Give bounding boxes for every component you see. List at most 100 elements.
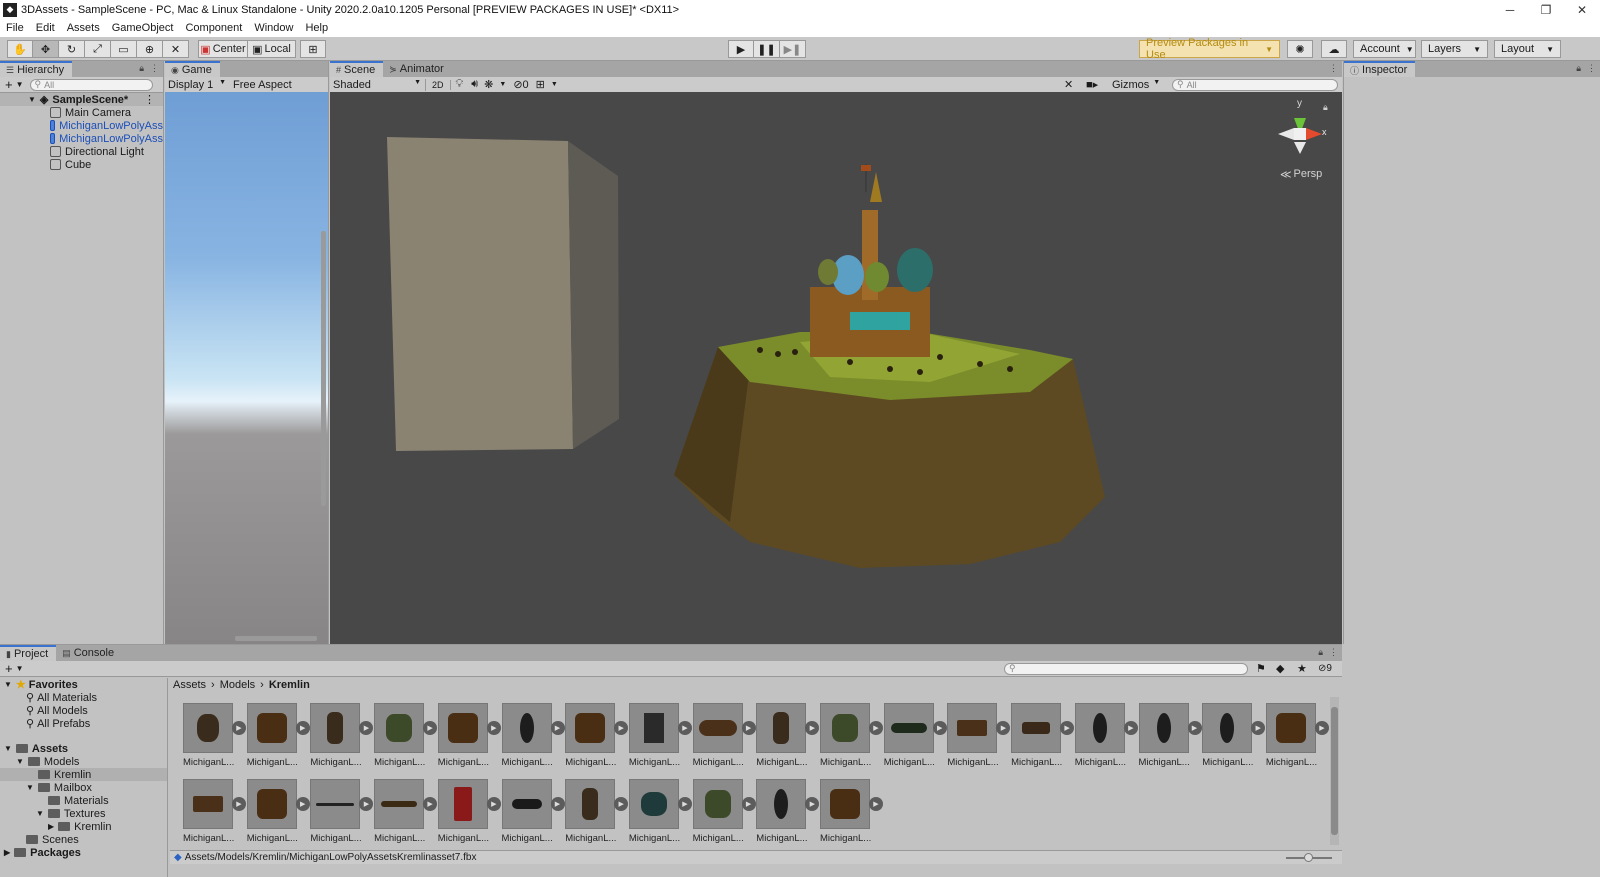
layout-dropdown[interactable]: Layout ▼: [1494, 40, 1561, 58]
grid-toggle-icon[interactable]: ⊞: [533, 78, 548, 91]
asset-thumbnail[interactable]: ▶ MichiganL...: [820, 779, 884, 851]
scale-tool-icon[interactable]: ⤢: [85, 40, 111, 58]
favorite-all-materials[interactable]: ⚲ All Materials: [0, 691, 167, 705]
asset-thumbnail[interactable]: ▶ MichiganL...: [437, 779, 502, 851]
collapsed-arrow-icon[interactable]: ▶: [48, 822, 54, 831]
asset-thumbnail[interactable]: ▶ MichiganL...: [565, 703, 629, 775]
expand-asset-icon[interactable]: ▶: [1251, 721, 1266, 735]
expand-asset-icon[interactable]: ▶: [805, 721, 820, 735]
tab-animator[interactable]: ⋟ Animator: [383, 61, 452, 77]
asset-thumbnail[interactable]: ▶ MichiganL...: [501, 779, 566, 851]
tree-textures[interactable]: ▼ Textures: [0, 807, 167, 820]
hierarchy-item-prefab-1[interactable]: MichiganLowPolyAss: [0, 119, 163, 132]
menu-icon[interactable]: ⋮: [1329, 647, 1338, 658]
expand-asset-icon[interactable]: ▶: [805, 797, 820, 811]
expand-asset-icon[interactable]: ▶: [1060, 721, 1075, 735]
expand-asset-icon[interactable]: ▶: [295, 721, 310, 735]
asset-thumbnail[interactable]: ▶ MichiganL...: [947, 703, 1011, 775]
tab-hierarchy[interactable]: ☰ Hierarchy: [0, 61, 73, 77]
asset-thumbnail[interactable]: ▶ MichiganL...: [1202, 703, 1266, 775]
asset-thumbnail[interactable]: ▶ MichiganL...: [756, 779, 820, 851]
transform-tool-icon[interactable]: ⊕: [137, 40, 163, 58]
aspect-dropdown[interactable]: Free Aspect: [229, 79, 292, 91]
menu-gameobject[interactable]: GameObject: [112, 22, 174, 34]
scene-menu-icon[interactable]: ⋮: [144, 93, 155, 106]
expand-asset-icon[interactable]: ▶: [996, 721, 1011, 735]
asset-thumbnail[interactable]: ▶ MichiganL...: [565, 779, 629, 851]
chevron-down-icon[interactable]: ▼: [548, 81, 561, 88]
expand-asset-icon[interactable]: ▶: [614, 721, 629, 735]
asset-thumbnail[interactable]: ▶ MichiganL...: [1011, 703, 1075, 775]
favorite-icon[interactable]: ★: [1297, 662, 1307, 675]
account-dropdown[interactable]: Account ▼: [1353, 40, 1416, 58]
expand-asset-icon[interactable]: ▶: [550, 721, 565, 735]
menu-icon[interactable]: ⋮: [150, 63, 159, 74]
hidden-packages-counter[interactable]: ⊘9: [1318, 663, 1332, 674]
expand-arrow-icon[interactable]: ▼: [4, 680, 12, 689]
menu-file[interactable]: File: [6, 22, 24, 34]
asset-thumbnail[interactable]: ▶ MichiganL...: [1265, 703, 1330, 775]
display-dropdown[interactable]: Display 1 ▼: [165, 79, 229, 91]
lock-icon[interactable]: 🔒︎: [1318, 647, 1323, 658]
project-search-input[interactable]: ⚲: [1004, 662, 1248, 675]
expand-asset-icon[interactable]: ▶: [232, 797, 246, 811]
pivot-center-button[interactable]: ▣ Center: [198, 40, 248, 58]
breadcrumb-assets[interactable]: Assets: [173, 679, 206, 691]
rotate-tool-icon[interactable]: ↻: [59, 40, 85, 58]
hierarchy-item-main-camera[interactable]: Main Camera: [0, 106, 163, 119]
custom-tool-icon[interactable]: ✕: [163, 40, 189, 58]
game-scrollbar-vertical[interactable]: [321, 231, 326, 506]
tab-game[interactable]: ◉ Game: [165, 61, 220, 77]
lock-icon[interactable]: 🔒︎: [139, 63, 144, 74]
scene-viewport[interactable]: y x 🔒︎ ≪ Persp: [330, 92, 1342, 644]
expand-asset-icon[interactable]: ▶: [232, 721, 246, 735]
rect-tool-icon[interactable]: ▭: [111, 40, 137, 58]
tools-icon[interactable]: ✕: [1064, 78, 1073, 91]
hierarchy-item-prefab-2[interactable]: MichiganLowPolyAss: [0, 132, 163, 145]
tree-models[interactable]: ▼ Models: [0, 755, 167, 768]
add-icon[interactable]: +: [5, 661, 13, 676]
expand-asset-icon[interactable]: ▶: [359, 721, 374, 735]
chevron-down-icon[interactable]: ▼: [496, 81, 509, 88]
expand-asset-icon[interactable]: ▶: [486, 721, 501, 735]
expand-asset-icon[interactable]: ▶: [869, 721, 883, 735]
game-viewport[interactable]: [165, 92, 328, 644]
expand-asset-icon[interactable]: ▶: [614, 797, 629, 811]
asset-thumbnail[interactable]: ▶ MichiganL...: [183, 703, 247, 775]
hand-tool-icon[interactable]: ✋: [7, 40, 33, 58]
pause-button[interactable]: ❚❚: [754, 40, 780, 58]
preview-packages-button[interactable]: Preview Packages in Use ▼: [1139, 37, 1280, 61]
expand-arrow-icon[interactable]: ▼: [26, 783, 34, 792]
expand-asset-icon[interactable]: ▶: [295, 797, 310, 811]
close-icon[interactable]: ✕: [1564, 0, 1600, 19]
asset-thumbnail[interactable]: ▶ MichiganL...: [246, 703, 311, 775]
menu-help[interactable]: Help: [305, 22, 328, 34]
expand-arrow-icon[interactable]: ▼: [36, 809, 44, 818]
camera-icon[interactable]: ■▸: [1086, 78, 1098, 91]
lock-icon[interactable]: 🔒︎: [1576, 63, 1581, 74]
tree-packages[interactable]: ▶ Packages: [0, 846, 167, 859]
chevron-down-icon[interactable]: ▼: [16, 80, 24, 89]
tab-inspector[interactable]: ⓘ Inspector: [1344, 61, 1416, 77]
thumbnail-size-slider[interactable]: [1286, 853, 1332, 862]
minimize-icon[interactable]: ─: [1492, 0, 1528, 19]
tab-project[interactable]: ▮ Project: [0, 645, 57, 661]
expand-asset-icon[interactable]: ▶: [423, 721, 438, 735]
expand-asset-icon[interactable]: ▶: [423, 797, 438, 811]
tree-materials[interactable]: Materials: [0, 794, 167, 807]
move-tool-icon[interactable]: ✥: [33, 40, 59, 58]
expand-arrow-icon[interactable]: ▼: [4, 744, 12, 753]
favorite-all-prefabs[interactable]: ⚲ All Prefabs: [0, 717, 167, 731]
expand-asset-icon[interactable]: ▶: [550, 797, 565, 811]
menu-icon[interactable]: ⋮: [1329, 63, 1338, 74]
asset-thumbnail[interactable]: ▶ MichiganL...: [1138, 703, 1203, 775]
tree-textures-kremlin[interactable]: ▶ Kremlin: [0, 820, 167, 833]
chevron-down-icon[interactable]: ▼: [16, 664, 24, 673]
asset-thumbnail[interactable]: ▶ MichiganL...: [820, 703, 884, 775]
expand-asset-icon[interactable]: ▶: [486, 797, 501, 811]
tab-scene[interactable]: # Scene: [330, 61, 384, 77]
asset-scrollbar[interactable]: [1330, 697, 1339, 845]
menu-assets[interactable]: Assets: [67, 22, 100, 34]
favorites-header[interactable]: ▼ ★ Favorites: [0, 678, 167, 692]
tab-console[interactable]: ▤ Console: [56, 645, 122, 661]
